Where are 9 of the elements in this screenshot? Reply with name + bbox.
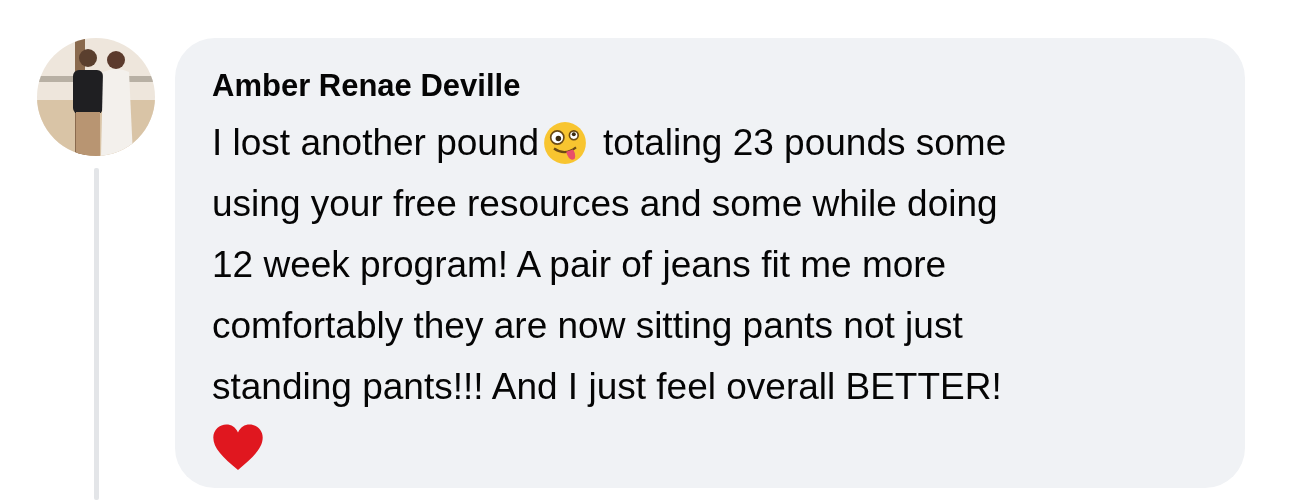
comment-text: I lost another pound xyxy=(212,121,540,165)
comment-text: comfortably they are now sitting pants not just xyxy=(212,304,963,348)
comment-text: 12 week program! A pair of jeans fit me more xyxy=(212,243,947,287)
author-name[interactable]: Amber Renae Deville xyxy=(212,66,1225,106)
comment-text: totaling 23 pounds some xyxy=(603,121,1007,165)
silly-face-icon xyxy=(543,120,588,165)
comment-text: using your free resources and some while doing xyxy=(212,182,998,226)
heart-icon xyxy=(212,423,264,472)
comment-text: standing pants!!! And I just feel overall BETTER! xyxy=(212,365,1002,409)
